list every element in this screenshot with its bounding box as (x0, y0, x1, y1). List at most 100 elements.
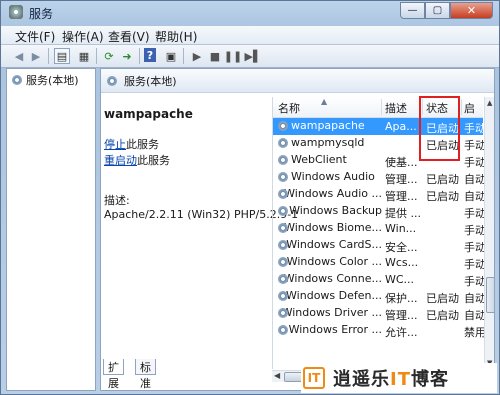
service-description-cell: 提供 ... (385, 207, 421, 220)
brand-watermark: IT 逍遥乐IT博客 (301, 363, 497, 393)
menu-help[interactable]: 帮助(H) (155, 28, 197, 45)
service-name-text: Windows Color ... (286, 255, 382, 268)
service-description-cell: 安全... (385, 241, 418, 254)
service-name-cell: Windows Backup (277, 204, 382, 217)
table-row[interactable]: Windows Error ... 允许... 禁用 (273, 322, 486, 339)
service-name-text: Windows Driver ... (281, 306, 382, 319)
menu-action[interactable]: 操作(A) (62, 28, 104, 45)
stop-link[interactable]: 停止 (104, 138, 126, 151)
table-row[interactable]: Windows Defen... 保护... 已启动 自动 (273, 288, 486, 305)
service-gear-icon (277, 222, 289, 234)
stop-icon[interactable]: ■ (207, 48, 223, 64)
service-name-text: wampapache (291, 119, 365, 132)
service-name-text: Windows Error ... (288, 323, 382, 336)
service-name-text: Windows Conne... (283, 272, 382, 285)
table-row[interactable]: Windows CardS... 安全... 手动 (273, 237, 486, 254)
export-icon[interactable]: ➜ (119, 48, 135, 64)
details-header-title: 服务(本地) (124, 74, 177, 88)
vertical-scrollbar[interactable]: ▲ ▼ (484, 97, 494, 369)
table-row[interactable]: Windows Audio 管理... 已启动 自动 (273, 169, 486, 186)
table-row[interactable]: Windows Conne... WC... 手动 (273, 271, 486, 288)
column-header-description[interactable]: 描述 (385, 100, 407, 116)
service-name-text: WebClient (291, 153, 347, 166)
scroll-up-icon[interactable]: ▲ (487, 99, 492, 107)
table-row[interactable]: Windows Color ... Wcs... 手动 (273, 254, 486, 271)
service-name-text: Windows Defen... (286, 289, 382, 302)
menu-file[interactable]: 文件(F) (15, 28, 55, 45)
service-gear-icon (277, 307, 287, 319)
service-startup-cell: 手动 (464, 122, 486, 135)
window-title: 服务 (29, 7, 54, 21)
status-highlight-box (419, 96, 460, 161)
service-name-cell: Windows Biome... (277, 221, 382, 234)
service-description-cell: 保护... (385, 292, 418, 305)
help-icon[interactable]: ? (144, 48, 156, 62)
service-startup-cell: 自动 (464, 173, 486, 186)
service-name-cell: WebClient (277, 153, 382, 166)
service-startup-cell: 手动 (464, 139, 486, 152)
brand-text: 逍遥乐IT博客 (333, 365, 449, 391)
service-startup-cell: 手动 (464, 156, 486, 169)
service-startup-cell: 自动 (464, 190, 486, 203)
close-button[interactable]: ✕ (450, 2, 493, 19)
tab-standard[interactable]: 标准 (135, 359, 156, 390)
minimize-button[interactable]: — (400, 2, 425, 19)
service-description-cell: 使基... (385, 156, 418, 169)
back-icon[interactable]: ◀ (11, 48, 27, 64)
console-tree-pane: 服务(本地) (6, 68, 96, 391)
service-description-cell: 管理... (385, 309, 418, 322)
description-label: 描述: (104, 194, 130, 207)
pause-icon[interactable]: ❚❚ (224, 48, 242, 64)
service-gear-icon (277, 171, 289, 183)
description-value: Apache/2.2.11 (Win32) PHP/5.2.9-1 (104, 208, 299, 221)
toolbar: ◀ ▶ ▤ ▦ ⟳ ➜ ? ▣ ▶ ■ ❚❚ ▶▌ (1, 45, 499, 68)
service-name-text: Windows Audio ... (284, 187, 382, 200)
stop-link-suffix: 此服务 (126, 138, 159, 151)
service-description-cell: Wcs... (385, 256, 419, 269)
service-name-cell: wampapache (277, 119, 382, 132)
service-status-cell: 已启动 (426, 292, 459, 305)
column-header-name[interactable]: 名称 (278, 100, 300, 116)
details-header: 服务(本地) (101, 69, 494, 93)
service-description-cell: WC... (385, 273, 415, 286)
refresh-icon[interactable]: ⟳ (101, 48, 117, 64)
service-name-cell: Windows Driver ... (277, 306, 382, 319)
properties-icon[interactable]: ▦ (76, 48, 92, 64)
service-name-cell: Windows Color ... (277, 255, 382, 268)
scroll-left-icon[interactable]: ◀ (274, 371, 280, 380)
menu-view[interactable]: 查看(V) (108, 28, 150, 45)
maximize-button[interactable]: ▢ (425, 2, 450, 19)
service-startup-cell: 手动 (464, 275, 486, 288)
service-description-cell: 管理... (385, 173, 418, 186)
service-name-cell: Windows Error ... (277, 323, 382, 336)
service-gear-icon (277, 137, 289, 149)
view-icon[interactable]: ▣ (163, 48, 179, 64)
service-status-cell: 已启动 (426, 173, 459, 186)
services-app-icon (9, 5, 23, 19)
service-gear-icon (277, 239, 289, 251)
services-list: ▲ 名称 描述 状态 启动 wampapacheApa...已启动手动wampm… (272, 97, 494, 369)
console-tree-icon[interactable]: ▤ (54, 48, 70, 64)
brand-text-part-1: 逍遥乐 (333, 369, 390, 390)
service-description-cell: 管理... (385, 190, 418, 203)
table-row[interactable]: Windows Biome... Win... 手动 (273, 220, 486, 237)
service-startup-cell: 手动 (464, 207, 486, 220)
service-name-text: Windows CardS... (286, 238, 382, 251)
services-gear-icon (11, 74, 23, 86)
tree-node-services-local[interactable]: 服务(本地) (11, 72, 79, 88)
restart-icon[interactable]: ▶▌ (245, 48, 262, 64)
service-gear-icon (277, 273, 288, 285)
restart-link[interactable]: 重启动 (104, 154, 137, 167)
service-name-cell: Windows Audio (277, 170, 382, 183)
tab-extended[interactable]: 扩展 (103, 359, 124, 390)
brand-text-part-3: 博客 (410, 369, 449, 390)
table-row[interactable]: Windows Audio ... 管理... 已启动 自动 (273, 186, 486, 203)
service-name-text: Windows Backup (289, 204, 382, 217)
brand-logo-icon: IT (303, 367, 325, 389)
table-row[interactable]: Windows Driver ... 管理... 已启动 自动 (273, 305, 486, 322)
play-icon[interactable]: ▶ (189, 48, 205, 64)
menu-bar: 文件(F) 操作(A) 查看(V) 帮助(H) (1, 26, 499, 45)
forward-icon[interactable]: ▶ (28, 48, 44, 64)
table-row[interactable]: Windows Backup 提供 ... 手动 (273, 203, 486, 220)
vertical-scroll-thumb[interactable] (486, 277, 494, 313)
